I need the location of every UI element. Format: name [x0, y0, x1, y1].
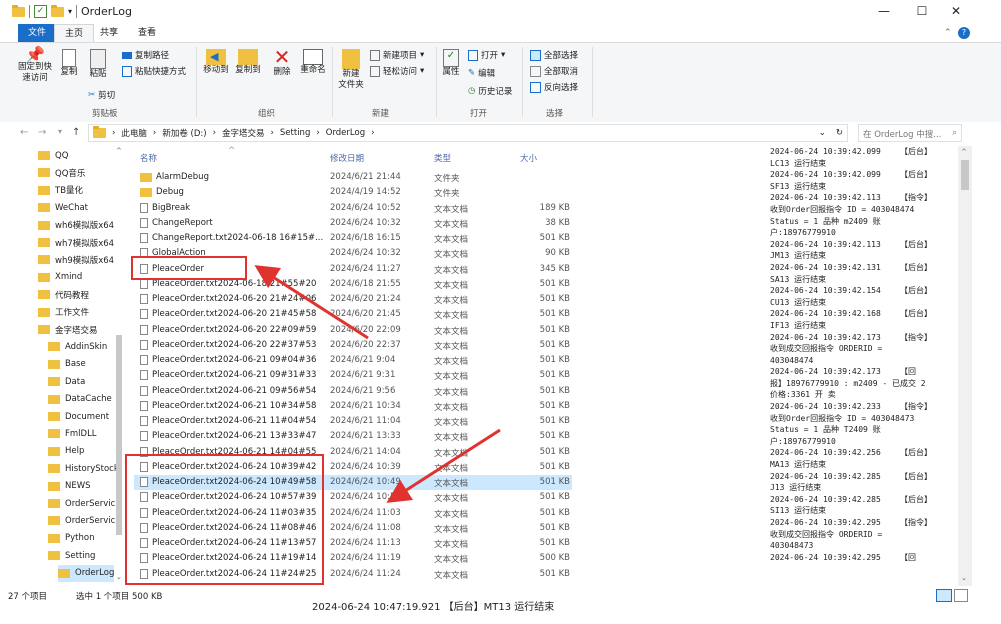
- annotation-arrow: [254, 265, 369, 340]
- annotation-arrows: [254, 265, 501, 503]
- annotation-arrow: [386, 428, 501, 503]
